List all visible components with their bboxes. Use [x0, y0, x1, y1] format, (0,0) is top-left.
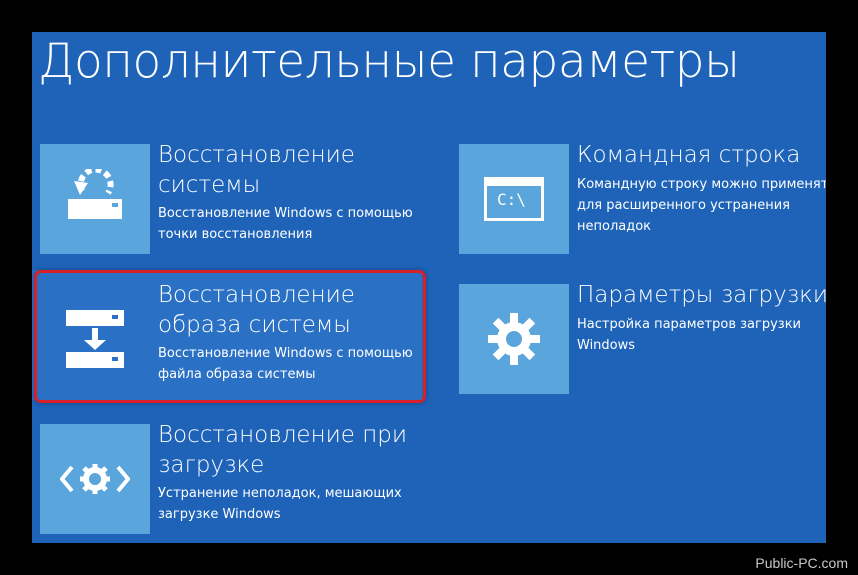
- tile-icon-bg: [40, 424, 150, 534]
- system-restore-icon: [40, 144, 150, 254]
- page-title: Дополнительные параметры: [38, 34, 740, 89]
- gear-icon: [459, 284, 569, 394]
- watermark: Public-PC.com: [755, 555, 848, 571]
- command-prompt-icon: C:\: [459, 144, 569, 254]
- tile-icon-bg: C:\: [459, 144, 569, 254]
- tile-icon-bg: [40, 144, 150, 254]
- tile-desc-line1: Настройка параметров загрузки: [577, 317, 801, 332]
- command-prompt-icon-text: C:\: [497, 190, 526, 209]
- startup-repair-icon: [40, 424, 150, 534]
- tile-desc-line3: неполадок: [577, 219, 652, 234]
- tile-desc-line2: Windows: [577, 338, 636, 353]
- tile-desc-line2: для расширенного устранения: [577, 198, 790, 213]
- tile-title-line1: Параметры загрузки: [577, 282, 826, 308]
- tile-title-line1: Командная строка: [577, 142, 801, 168]
- tile-desc-line1: Устранение неполадок, мешающих: [158, 486, 402, 501]
- tile-icon-bg: [459, 284, 569, 394]
- tile-title-line1: Восстановление: [158, 142, 355, 168]
- tile-desc-line1: Командную строку можно применять: [577, 177, 826, 192]
- selection-outline: [34, 270, 426, 403]
- tile-desc-line2: точки восстановления: [158, 227, 313, 242]
- tile-desc-line1: Восстановление Windows с помощью: [158, 206, 413, 221]
- tile-title-line2: системы: [158, 172, 261, 198]
- tile-title-line1: Восстановление при: [158, 422, 408, 448]
- tile-title-line2: загрузке: [158, 452, 265, 478]
- tile-desc-line2: загрузке Windows: [158, 507, 281, 522]
